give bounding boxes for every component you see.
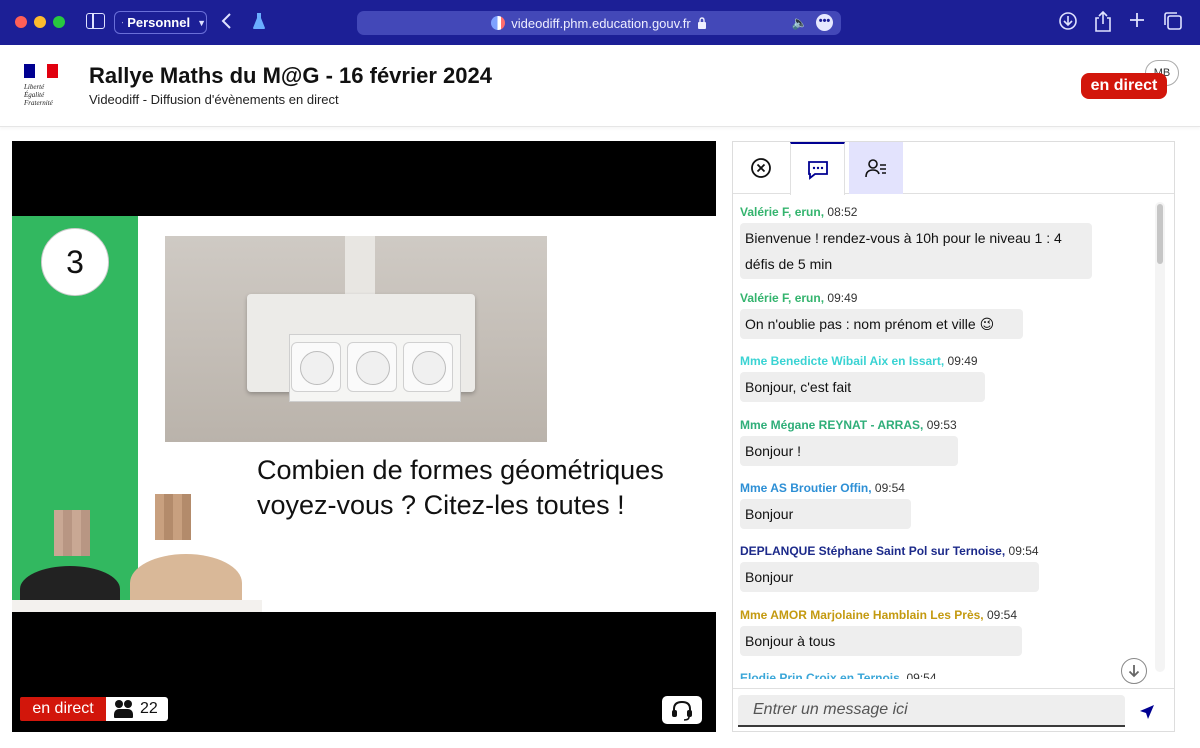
chat-message-input[interactable] [738,695,1125,727]
back-arrow-icon[interactable] [220,12,232,34]
sidebar-toggle-icon[interactable] [86,13,105,29]
message-text: On n'oublie pas : nom prénom et ville 😉 [740,309,1023,339]
chat-panel: Valérie F, erun, 08:52 Bienvenue ! rende… [732,141,1175,732]
presenters-image [12,494,262,612]
message-author: Mme Mégane REYNAT - ARRAS, 09:53 [740,418,957,432]
new-tab-icon[interactable] [1128,11,1146,34]
chat-messages[interactable]: Valérie F, erun, 08:52 Bienvenue ! rende… [733,195,1153,679]
chat-tabs [733,142,1174,195]
page-subtitle: Videodiff - Diffusion d'évènements en di… [89,92,339,107]
message-text: Bienvenue ! rendez-vous à 10h pour le ni… [740,223,1092,279]
message-author: Valérie F, erun, 09:49 [740,291,858,305]
minimize-window-button[interactable] [34,16,46,28]
chat-message: Mme AS Broutier Offin, 09:54 Bonjour [740,481,911,529]
slide-number: 3 [41,228,109,296]
message-author: DEPLANQUE Stéphane Saint Pol sur Ternois… [740,544,1039,558]
message-text: Bonjour à tous [740,626,1022,656]
chat-message: Elodie Prin Croix en Ternois, 09:54 [740,671,937,679]
message-author: Valérie F, erun, 08:52 [740,205,858,219]
logo-motto: Liberté Égalité Fraternité [24,83,53,107]
more-options-icon[interactable]: ••• [816,14,833,31]
message-author: Mme AMOR Marjolaine Hamblain Les Près, 0… [740,608,1017,622]
message-text: Bonjour [740,499,911,529]
page-title: Rallye Maths du M@G - 16 février 2024 [89,63,492,88]
tab-chat[interactable] [790,142,845,195]
chat-message: Mme AMOR Marjolaine Hamblain Les Près, 0… [740,608,1022,656]
slide-question: Combien de formes géométriques voyez-vou… [257,455,664,520]
downloads-icon[interactable] [1058,11,1078,36]
socket-photo [165,236,547,442]
tab-participants[interactable] [849,142,903,194]
close-panel-button[interactable] [733,142,789,194]
profile-label: Personnel [127,15,191,30]
site-header: Liberté Égalité Fraternité Rallye Maths du… [0,45,1200,127]
url-text: videodiff.phm.education.gouv.fr [511,15,691,31]
chat-bubble-icon [807,160,828,180]
chevron-down-icon: ▼ [197,17,206,28]
live-status-badge: en direct [1081,73,1167,99]
chat-scrollbar-thumb[interactable] [1157,204,1163,264]
tab-overview-icon[interactable] [1163,11,1183,36]
viewer-count-value: 22 [140,700,158,717]
speaker-icon[interactable]: 🔈 [792,15,808,31]
browser-window: Personnel ▼ videodiff.phm.education.gouv… [0,0,1200,748]
send-button[interactable] [1138,703,1156,721]
scroll-to-bottom-button[interactable] [1121,658,1147,684]
chat-message: DEPLANQUE Stéphane Saint Pol sur Ternois… [740,544,1039,592]
site-favicon-icon [491,16,506,30]
chat-message: Mme Benedicte Wibail Aix en Issart, 09:4… [740,354,985,402]
address-bar[interactable]: videodiff.phm.education.gouv.fr 🔈 ••• [357,11,841,35]
message-text: Bonjour, c'est fait [740,372,985,402]
message-author: Mme AS Broutier Offin, 09:54 [740,481,905,495]
flask-icon[interactable] [252,12,266,34]
arrow-down-icon [1128,665,1140,678]
close-window-button[interactable] [15,16,27,28]
person-icon [122,21,124,24]
share-icon[interactable] [1094,10,1112,38]
video-live-badge: en direct [20,697,106,721]
message-author: Elodie Prin Croix en Ternois, 09:54 [740,671,937,679]
message-text: Bonjour ! [740,436,958,466]
viewer-count: 22 [106,697,168,721]
send-icon [1140,705,1154,719]
zoom-window-button[interactable] [53,16,65,28]
chat-input-row [733,688,1174,732]
message-author: Mme Benedicte Wibail Aix en Issart, 09:4… [740,354,978,368]
chat-scrollbar[interactable] [1155,202,1165,672]
headset-icon [672,700,692,721]
message-text: Bonjour [740,562,1039,592]
video-player[interactable]: 3 Combien de formes géométriques voyez-v… [12,141,716,732]
viewers-icon [114,700,134,718]
support-button[interactable] [662,696,702,724]
chat-message: Valérie F, erun, 09:49 On n'oublie pas :… [740,291,1023,339]
republique-francaise-logo-icon [24,64,58,78]
chat-message: Valérie F, erun, 08:52 Bienvenue ! rende… [740,205,1092,279]
participants-list-icon [865,159,886,178]
lock-icon [697,17,706,29]
browser-toolbar: Personnel ▼ videodiff.phm.education.gouv… [0,0,1200,45]
close-circle-icon [751,158,771,178]
profile-selector[interactable]: Personnel ▼ [114,11,207,34]
video-slide: 3 Combien de formes géométriques voyez-v… [12,216,716,612]
chat-message: Mme Mégane REYNAT - ARRAS, 09:53 Bonjour… [740,418,958,466]
